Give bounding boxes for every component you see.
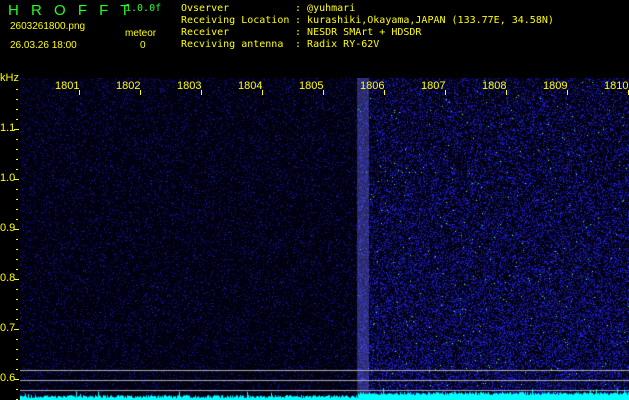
khz-tick [16,259,18,260]
khz-label: 0.9 [0,222,16,234]
freq-tick [445,90,446,95]
freq-tick [323,90,324,95]
khz-label: 1.0 [0,172,16,184]
khz-tick [16,149,18,150]
info-value: : @yuhmari [295,3,356,14]
datetime-label: 26.03.26 18:00 [10,40,77,51]
freq-tick [79,90,80,95]
observer-value: @yuhmari [307,3,356,14]
freq-label: 1806 [360,80,385,92]
freq-tick [201,90,202,95]
freq-tick [384,90,385,95]
freq-label: 1807 [421,80,446,92]
freq-tick [567,90,568,95]
khz-tick [16,119,18,120]
khz-tick [16,309,18,310]
info-label: Ovserver [181,3,230,14]
khz-tick [16,189,18,190]
khz-tick [16,209,18,210]
khz-label: 0.8 [0,272,16,284]
freq-tick [506,90,507,95]
khz-tick [16,99,18,100]
khz-tick [16,239,18,240]
khz-unit-label: kHz [0,72,19,84]
khz-tick [14,229,19,230]
freq-label: 1805 [299,80,324,92]
khz-tick [16,299,18,300]
khz-label: 0.7 [0,322,16,334]
khz-tick [16,389,18,390]
khz-tick [14,329,19,330]
freq-tick [262,90,263,95]
antenna-value: Radix RY-62V [307,39,380,50]
khz-tick [14,279,19,280]
khz-tick [16,169,18,170]
filename-label: 2603261800.png [10,21,86,32]
freq-label: 1809 [543,80,568,92]
khz-tick [16,359,18,360]
info-value: : kurashiki,Okayama,JAPAN (133.77E, 34.5… [295,15,554,26]
freq-label: 1802 [116,80,141,92]
app-title: H R O F F T [8,2,134,19]
spectrogram [20,78,629,400]
khz-tick [14,379,19,380]
khz-tick [16,319,18,320]
meteor-label: meteor [125,28,157,39]
khz-tick [16,369,18,370]
khz-tick [16,219,18,220]
freq-label: 1808 [482,80,507,92]
khz-tick [16,139,18,140]
freq-label: 1801 [55,80,80,92]
khz-tick [16,109,18,110]
receiver-value: NESDR SMArt + HDSDR [307,27,422,38]
khz-tick [16,159,18,160]
location-value: kurashiki,Okayama,JAPAN (133.77E, 34.58N… [307,15,554,26]
info-value: : Radix RY-62V [295,39,380,50]
khz-tick [16,289,18,290]
freq-label: 1804 [238,80,263,92]
khz-tick [16,199,18,200]
freq-tick [140,90,141,95]
khz-tick [14,179,19,180]
meteor-count: 0 [140,40,146,51]
info-label: Receiver [181,27,230,38]
khz-tick [16,349,18,350]
info-label: Recviving antenna [181,39,284,50]
info-label: Receiving Location [181,15,290,26]
info-value: : NESDR SMArt + HDSDR [295,27,422,38]
khz-tick [16,339,18,340]
khz-tick [16,269,18,270]
freq-label: 1803 [177,80,202,92]
khz-tick [14,129,19,130]
version-label: 1.0.0f [125,3,162,14]
khz-tick [16,249,18,250]
freq-label: 1810 [604,80,629,92]
khz-label: 0.6 [0,372,16,384]
khz-tick [16,89,18,90]
khz-label: 1.1 [0,122,16,134]
